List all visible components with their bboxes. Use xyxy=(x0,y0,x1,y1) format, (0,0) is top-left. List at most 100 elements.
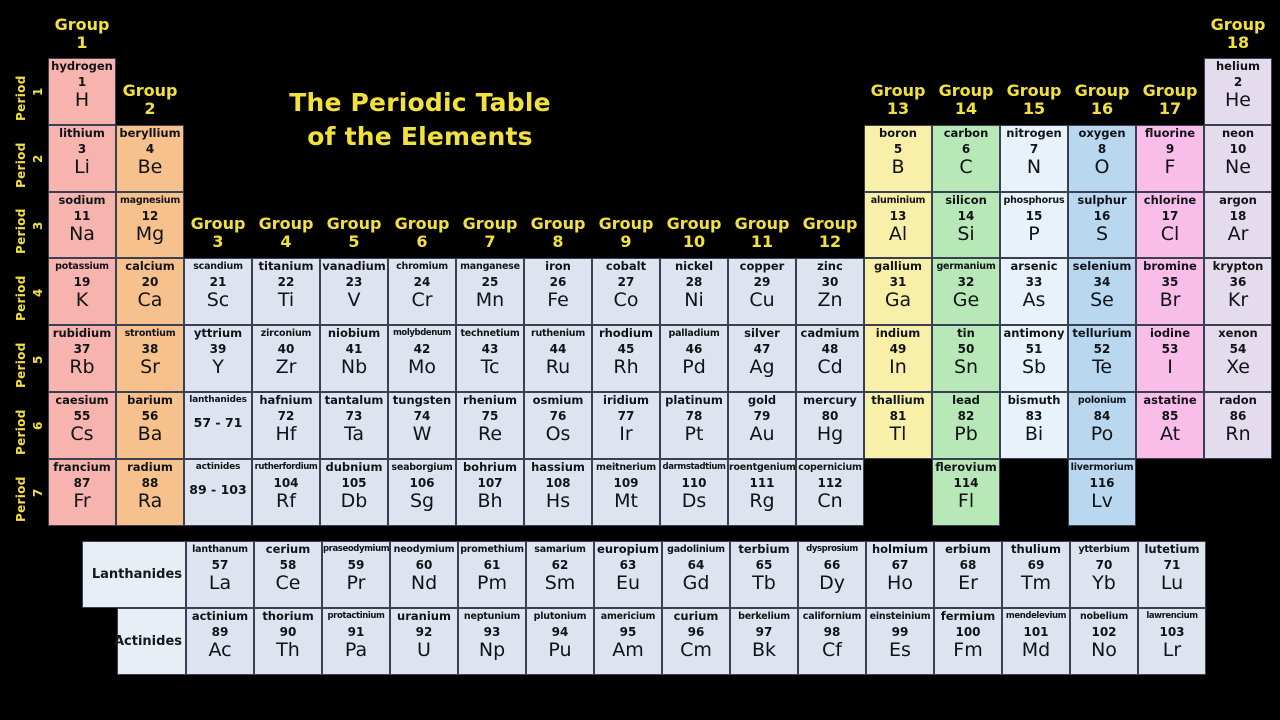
element-cell-Hs[interactable]: hassium 108 Hs xyxy=(524,458,592,526)
element-cell-Ta[interactable]: tantalum 73 Ta xyxy=(320,392,388,459)
element-cell-Si[interactable]: silicon 14 Si xyxy=(932,191,1000,259)
element-cell-Mo[interactable]: molybdenum 42 Mo xyxy=(388,325,456,392)
actinide-cell-Lr[interactable]: lawrencium 103 Lr xyxy=(1138,607,1206,675)
actinide-cell-Pa[interactable]: protactinium 91 Pa xyxy=(322,607,390,675)
element-cell-Cr[interactable]: chromium 24 Cr xyxy=(388,258,456,326)
element-cell-Sg[interactable]: seaborgium 106 Sg xyxy=(388,458,456,526)
actinide-cell-Th[interactable]: thorium 90 Th xyxy=(254,607,322,675)
element-cell-Zr[interactable]: zirconium 40 Zr xyxy=(252,325,320,392)
element-cell-O[interactable]: oxygen 8 O xyxy=(1068,124,1136,192)
element-cell-Cs[interactable]: caesium 55 Cs xyxy=(48,392,116,459)
actinide-cell-U[interactable]: uranium 92 U xyxy=(390,607,458,675)
element-cell-Ga[interactable]: gallium 31 Ga xyxy=(864,258,932,326)
element-cell-Mn[interactable]: manganese 25 Mn xyxy=(456,258,524,326)
element-cell-Hf[interactable]: hafnium 72 Hf xyxy=(252,392,320,459)
element-cell-Zn[interactable]: zinc 30 Zn xyxy=(796,258,864,326)
element-cell-At[interactable]: astatine 85 At xyxy=(1136,392,1204,459)
actinide-cell-No[interactable]: nobelium 102 No xyxy=(1070,607,1138,675)
actinide-cell-Cm[interactable]: curium 96 Cm xyxy=(662,607,730,675)
element-cell-Cu[interactable]: copper 29 Cu xyxy=(728,258,796,326)
series-placeholder-lanthanides[interactable]: lanthanides 57 - 71 xyxy=(184,392,252,459)
lanthanide-cell-Dy[interactable]: dysprosium 66 Dy xyxy=(798,541,866,608)
lanthanide-cell-Lu[interactable]: lutetium 71 Lu xyxy=(1138,541,1206,608)
lanthanide-cell-Er[interactable]: erbium 68 Er xyxy=(934,541,1002,608)
element-cell-Al[interactable]: aluminium 13 Al xyxy=(864,191,932,259)
actinide-cell-Es[interactable]: einsteinium 99 Es xyxy=(866,607,934,675)
lanthanide-cell-Ce[interactable]: cerium 58 Ce xyxy=(254,541,322,608)
element-cell-Rb[interactable]: rubidium 37 Rb xyxy=(48,325,116,392)
element-cell-Mt[interactable]: meitnerium 109 Mt xyxy=(592,458,660,526)
element-cell-Ne[interactable]: neon 10 Ne xyxy=(1204,124,1272,192)
element-cell-Br[interactable]: bromine 35 Br xyxy=(1136,258,1204,326)
element-cell-In[interactable]: indium 49 In xyxy=(864,325,932,392)
element-cell-Cn[interactable]: copernicium 112 Cn xyxy=(796,458,864,526)
actinide-cell-Bk[interactable]: berkelium 97 Bk xyxy=(730,607,798,675)
element-cell-Ti[interactable]: titanium 22 Ti xyxy=(252,258,320,326)
element-cell-Tl[interactable]: thallium 81 Tl xyxy=(864,392,932,459)
element-cell-Db[interactable]: dubnium 105 Db xyxy=(320,458,388,526)
element-cell-B[interactable]: boron 5 B xyxy=(864,124,932,192)
element-cell-Kr[interactable]: krypton 36 Kr xyxy=(1204,258,1272,326)
element-cell-Sn[interactable]: tin 50 Sn xyxy=(932,325,1000,392)
element-cell-Tc[interactable]: technetium 43 Tc xyxy=(456,325,524,392)
element-cell-Te[interactable]: tellurium 52 Te xyxy=(1068,325,1136,392)
element-cell-Mg[interactable]: magnesium 12 Mg xyxy=(116,191,184,259)
lanthanide-cell-Yb[interactable]: ytterbium 70 Yb xyxy=(1070,541,1138,608)
element-cell-Fl[interactable]: flerovium 114 Fl xyxy=(932,458,1000,526)
element-cell-Y[interactable]: yttrium 39 Y xyxy=(184,325,252,392)
element-cell-Nb[interactable]: niobium 41 Nb xyxy=(320,325,388,392)
element-cell-Fr[interactable]: francium 87 Fr xyxy=(48,458,116,526)
element-cell-Cd[interactable]: cadmium 48 Cd xyxy=(796,325,864,392)
element-cell-Co[interactable]: cobalt 27 Co xyxy=(592,258,660,326)
element-cell-I[interactable]: iodine 53 I xyxy=(1136,325,1204,392)
element-cell-Cl[interactable]: chlorine 17 Cl xyxy=(1136,191,1204,259)
element-cell-Rg[interactable]: roentgenium 111 Rg xyxy=(728,458,796,526)
element-cell-Ar[interactable]: argon 18 Ar xyxy=(1204,191,1272,259)
element-cell-W[interactable]: tungsten 74 W xyxy=(388,392,456,459)
actinide-cell-Pu[interactable]: plutonium 94 Pu xyxy=(526,607,594,675)
element-cell-H[interactable]: hydrogen 1 H xyxy=(48,58,116,125)
element-cell-K[interactable]: potassium 19 K xyxy=(48,258,116,326)
lanthanide-cell-La[interactable]: lanthanum 57 La xyxy=(186,541,254,608)
lanthanide-cell-Nd[interactable]: neodymium 60 Nd xyxy=(390,541,458,608)
lanthanide-cell-Ho[interactable]: holmium 67 Ho xyxy=(866,541,934,608)
element-cell-Os[interactable]: osmium 76 Os xyxy=(524,392,592,459)
lanthanide-cell-Pr[interactable]: praseodymium 59 Pr xyxy=(322,541,390,608)
element-cell-Ba[interactable]: barium 56 Ba xyxy=(116,392,184,459)
element-cell-Na[interactable]: sodium 11 Na xyxy=(48,191,116,259)
element-cell-He[interactable]: helium 2 He xyxy=(1204,58,1272,125)
lanthanide-cell-Pm[interactable]: promethium 61 Pm xyxy=(458,541,526,608)
element-cell-Lv[interactable]: livermorium 116 Lv xyxy=(1068,458,1136,526)
actinide-cell-Md[interactable]: mendelevium 101 Md xyxy=(1002,607,1070,675)
element-cell-Bh[interactable]: bohrium 107 Bh xyxy=(456,458,524,526)
element-cell-S[interactable]: sulphur 16 S xyxy=(1068,191,1136,259)
actinide-cell-Cf[interactable]: californium 98 Cf xyxy=(798,607,866,675)
element-cell-Sb[interactable]: antimony 51 Sb xyxy=(1000,325,1068,392)
actinide-cell-Np[interactable]: neptunium 93 Np xyxy=(458,607,526,675)
element-cell-Li[interactable]: lithium 3 Li xyxy=(48,124,116,192)
element-cell-Pt[interactable]: platinum 78 Pt xyxy=(660,392,728,459)
element-cell-Rh[interactable]: rhodium 45 Rh xyxy=(592,325,660,392)
element-cell-Ir[interactable]: iridium 77 Ir xyxy=(592,392,660,459)
element-cell-Ds[interactable]: darmstadtium 110 Ds xyxy=(660,458,728,526)
element-cell-Au[interactable]: gold 79 Au xyxy=(728,392,796,459)
lanthanide-cell-Eu[interactable]: europium 63 Eu xyxy=(594,541,662,608)
element-cell-Pd[interactable]: palladium 46 Pd xyxy=(660,325,728,392)
element-cell-Po[interactable]: polonium 84 Po xyxy=(1068,392,1136,459)
element-cell-Fe[interactable]: iron 26 Fe xyxy=(524,258,592,326)
element-cell-P[interactable]: phosphorus 15 P xyxy=(1000,191,1068,259)
element-cell-Xe[interactable]: xenon 54 Xe xyxy=(1204,325,1272,392)
element-cell-Rn[interactable]: radon 86 Rn xyxy=(1204,392,1272,459)
element-cell-F[interactable]: fluorine 9 F xyxy=(1136,124,1204,192)
element-cell-Ag[interactable]: silver 47 Ag xyxy=(728,325,796,392)
lanthanide-cell-Sm[interactable]: samarium 62 Sm xyxy=(526,541,594,608)
element-cell-Ge[interactable]: germanium 32 Ge xyxy=(932,258,1000,326)
element-cell-Ru[interactable]: ruthenium 44 Ru xyxy=(524,325,592,392)
element-cell-Rf[interactable]: rutherfordium 104 Rf xyxy=(252,458,320,526)
actinide-cell-Ac[interactable]: actinium 89 Ac xyxy=(186,607,254,675)
lanthanide-cell-Gd[interactable]: gadolinium 64 Gd xyxy=(662,541,730,608)
element-cell-Ni[interactable]: nickel 28 Ni xyxy=(660,258,728,326)
lanthanide-cell-Tb[interactable]: terbium 65 Tb xyxy=(730,541,798,608)
element-cell-Bi[interactable]: bismuth 83 Bi xyxy=(1000,392,1068,459)
element-cell-Be[interactable]: beryllium 4 Be xyxy=(116,124,184,192)
